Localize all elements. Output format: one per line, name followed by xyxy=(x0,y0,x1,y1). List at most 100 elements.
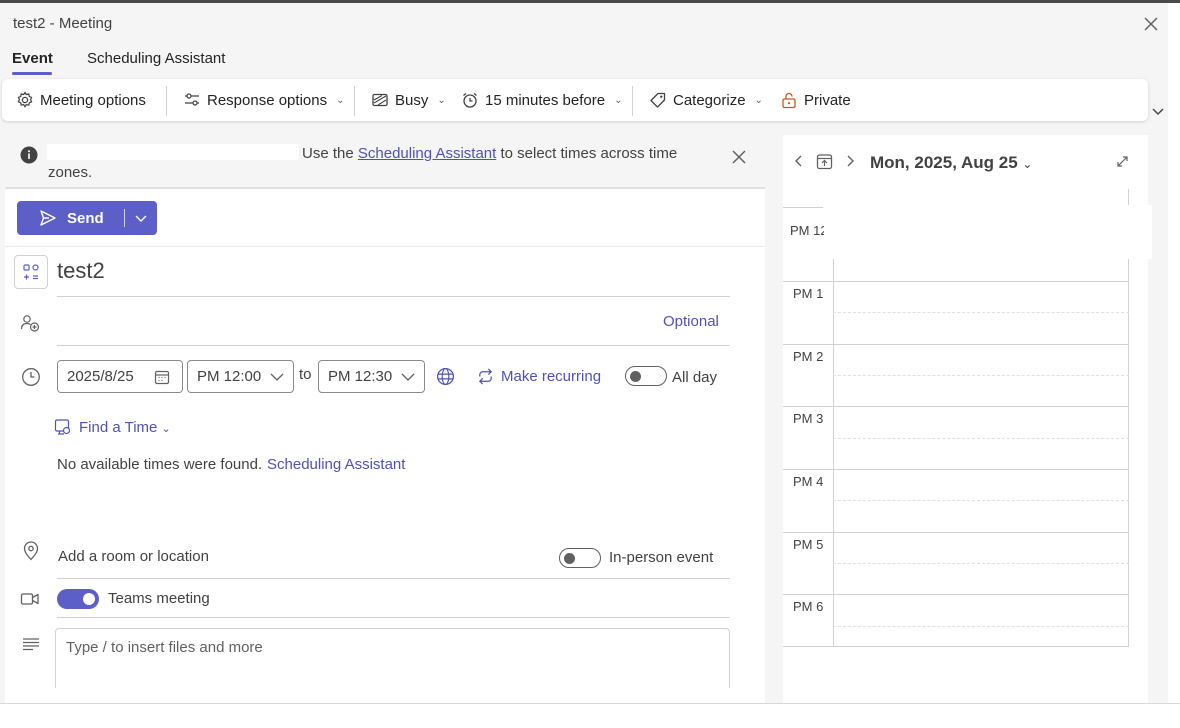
chevron-down-icon: ⌄ xyxy=(614,94,623,106)
hour-line xyxy=(783,207,823,208)
chevron-left-icon[interactable] xyxy=(793,154,805,168)
chevron-down-icon xyxy=(401,373,415,381)
chevron-down-icon xyxy=(270,373,284,381)
info-banner: Use the Scheduling Assistant to select t… xyxy=(5,133,765,189)
reminder-dropdown[interactable]: 15 minutes before ⌄ xyxy=(461,79,622,121)
today-calendar-icon[interactable] xyxy=(816,153,833,170)
optional-attendees-link[interactable]: Optional xyxy=(663,313,719,330)
close-icon[interactable] xyxy=(1140,13,1162,35)
event-type-icon-button[interactable] xyxy=(14,255,48,289)
end-time-dropdown[interactable]: PM 12:30 xyxy=(318,360,425,393)
title-underline xyxy=(57,296,730,297)
toolbar: Meeting options Response options ⌄ Busy … xyxy=(2,79,1148,121)
half-hour-line xyxy=(833,563,1129,564)
chevron-right-icon[interactable] xyxy=(844,154,856,168)
calendar-header: Mon, 2025, Aug 25 ⌄ xyxy=(783,135,1148,189)
location-pin-icon xyxy=(23,541,39,561)
calendar-date-picker[interactable]: Mon, 2025, Aug 25 ⌄ xyxy=(870,153,1032,173)
all-day-toggle[interactable] xyxy=(625,366,667,386)
grid-line xyxy=(1128,189,1129,205)
toolbar-overflow-chevron-icon[interactable] xyxy=(1150,103,1166,119)
event-form: Use the Scheduling Assistant to select t… xyxy=(5,133,765,703)
hour-label: PM 5 xyxy=(793,537,824,552)
tab-scheduling-assistant[interactable]: Scheduling Assistant xyxy=(87,50,225,67)
banner-scheduling-assistant-link[interactable]: Scheduling Assistant xyxy=(358,145,496,162)
calendar-icon[interactable] xyxy=(154,369,170,385)
toolbar-divider xyxy=(166,86,167,116)
hour-line xyxy=(783,344,1129,345)
hour-label: PM 4 xyxy=(793,474,824,489)
hour-line xyxy=(783,594,1129,595)
hour-line xyxy=(783,469,1129,470)
hour-label: PM 2 xyxy=(793,349,824,364)
send-button[interactable]: Send xyxy=(17,201,157,235)
notes-editor[interactable]: Type / to insert files and more xyxy=(55,628,730,688)
response-options-label: Response options xyxy=(207,91,328,109)
half-hour-line xyxy=(833,500,1129,501)
teams-meeting-label: Teams meeting xyxy=(108,590,210,607)
location-underline xyxy=(57,578,730,579)
active-tab-indicator xyxy=(12,72,52,75)
hour-label: PM 6 xyxy=(793,599,824,614)
hour-line xyxy=(783,646,1129,647)
start-date-value: 2025/8/25 xyxy=(67,368,134,385)
categorize-dropdown[interactable]: Categorize ⌄ xyxy=(649,79,763,121)
half-hour-line xyxy=(833,312,1129,313)
private-toggle-button[interactable]: Private xyxy=(780,79,851,121)
private-label: Private xyxy=(804,91,851,109)
show-as-dropdown[interactable]: Busy ⌄ xyxy=(371,79,446,121)
start-date-field[interactable]: 2025/8/25 xyxy=(57,360,183,393)
lock-icon xyxy=(782,92,796,109)
location-input[interactable]: Add a room or location xyxy=(58,548,209,565)
make-recurring-link[interactable]: Make recurring xyxy=(501,368,601,385)
find-a-time-dropdown[interactable]: Find a Time ⌄ xyxy=(79,419,171,436)
all-day-label: All day xyxy=(672,369,718,386)
hour-line xyxy=(783,281,1129,282)
meeting-title-input[interactable]: test2 xyxy=(57,258,105,284)
window-title: test2 - Meeting xyxy=(13,15,113,32)
close-icon[interactable] xyxy=(731,149,747,165)
teams-underline xyxy=(57,617,730,618)
calendar-date-label: Mon, 2025, Aug 25 xyxy=(870,153,1018,172)
meeting-options-label: Meeting options xyxy=(40,91,146,109)
in-person-toggle[interactable] xyxy=(559,548,601,568)
expand-icon[interactable] xyxy=(1116,155,1129,168)
banner-message: Use the Scheduling Assistant to select t… xyxy=(48,144,708,182)
grid-line xyxy=(833,259,834,647)
start-time-dropdown[interactable]: PM 12:00 xyxy=(187,360,294,393)
reminder-label: 15 minutes before xyxy=(485,91,606,109)
hour-label: PM 3 xyxy=(793,411,824,426)
response-options-button[interactable]: Response options ⌄ xyxy=(183,79,344,121)
clock-icon xyxy=(22,368,40,386)
meeting-options-button[interactable]: Meeting options xyxy=(16,79,146,121)
info-icon xyxy=(20,146,38,164)
banner-text-before: Use the xyxy=(302,145,358,162)
globe-icon[interactable] xyxy=(436,367,455,386)
grid-line xyxy=(1128,259,1129,647)
alarm-clock-icon xyxy=(463,92,477,108)
add-people-icon xyxy=(20,315,40,332)
bottom-edge xyxy=(0,703,1180,728)
find-a-time-label: Find a Time xyxy=(79,419,158,436)
attendees-underline xyxy=(57,345,730,346)
end-time-value: PM 12:30 xyxy=(328,368,393,385)
send-icon xyxy=(40,210,56,226)
busy-status-icon xyxy=(372,93,388,107)
text-lines-icon xyxy=(23,638,39,651)
hour-label: PM 1 xyxy=(793,286,824,301)
categorize-label: Categorize xyxy=(673,91,746,109)
hour-label: PM 12 xyxy=(790,223,828,238)
chevron-down-icon xyxy=(135,215,147,222)
send-label: Send xyxy=(67,209,104,227)
teams-meeting-toggle[interactable] xyxy=(57,589,99,609)
hour-line xyxy=(783,532,1129,533)
scheduling-assistant-link[interactable]: Scheduling Assistant xyxy=(267,456,405,473)
send-main-button[interactable]: Send xyxy=(17,209,124,227)
toggle-knob xyxy=(564,553,575,564)
event-type-icon xyxy=(23,264,39,280)
send-options-dropdown[interactable] xyxy=(125,211,157,225)
start-time-value: PM 12:00 xyxy=(197,368,262,385)
hour-line xyxy=(783,406,1129,407)
tab-event[interactable]: Event xyxy=(12,50,53,67)
show-as-label: Busy xyxy=(395,91,429,109)
